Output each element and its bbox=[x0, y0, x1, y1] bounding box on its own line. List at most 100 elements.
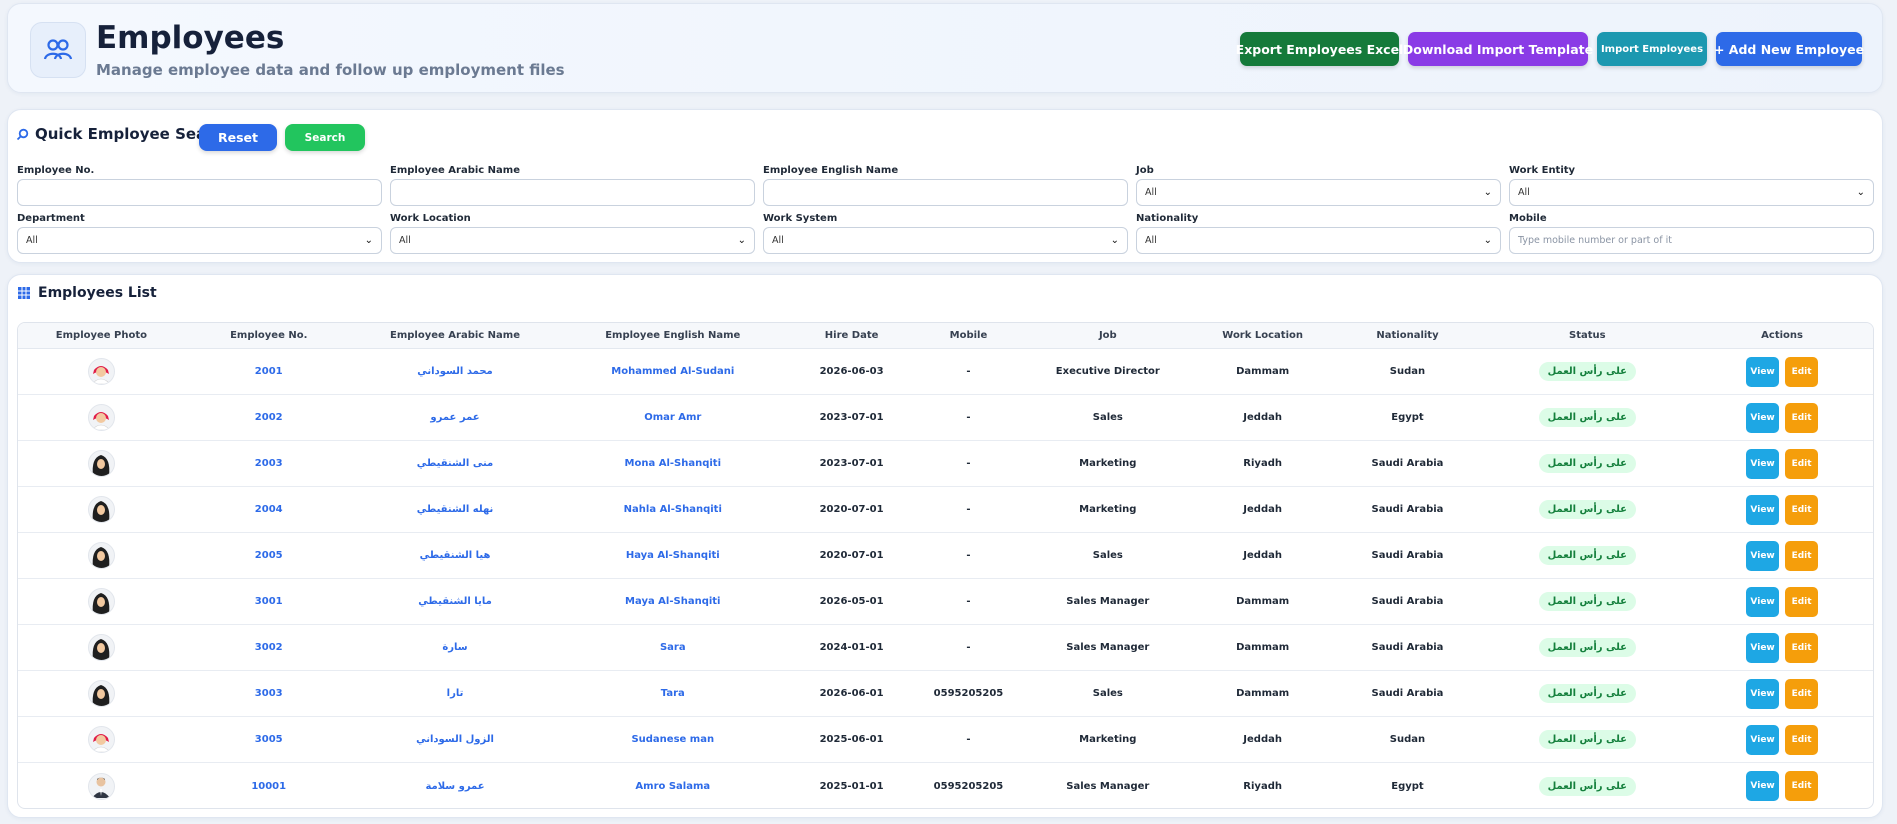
status-cell: على رأس العمل bbox=[1483, 487, 1691, 532]
english-name-cell[interactable]: Haya Al-Shanqiti bbox=[557, 533, 788, 578]
avatar bbox=[87, 404, 115, 431]
arabic-name-cell[interactable]: عمر عمرو bbox=[353, 395, 558, 440]
actions-cell: View Edit bbox=[1691, 579, 1873, 624]
department-select[interactable]: All ⌄ bbox=[17, 227, 382, 254]
nationality-select[interactable]: All ⌄ bbox=[1136, 227, 1501, 254]
reset-button[interactable]: Reset bbox=[199, 124, 277, 151]
view-button[interactable]: View bbox=[1746, 724, 1780, 755]
english-name-cell[interactable]: Nahla Al-Shanqiti bbox=[557, 487, 788, 532]
english-name-input[interactable] bbox=[763, 179, 1128, 206]
avatar bbox=[87, 680, 115, 707]
work-location-select[interactable]: All ⌄ bbox=[390, 227, 755, 254]
view-button[interactable]: View bbox=[1746, 586, 1780, 617]
mobile-label: Mobile bbox=[1509, 213, 1547, 224]
view-button[interactable]: View bbox=[1746, 540, 1780, 571]
chevron-down-icon: ⌄ bbox=[737, 235, 746, 246]
english-name-cell[interactable]: Sudanese man bbox=[557, 717, 788, 762]
nationality-cell: Egypt bbox=[1391, 412, 1424, 423]
view-button[interactable]: View bbox=[1746, 402, 1780, 433]
hire-date-cell: 2023-07-01 bbox=[819, 458, 884, 469]
employee-no-input[interactable] bbox=[17, 179, 382, 206]
view-button[interactable]: View bbox=[1746, 678, 1780, 709]
avatar bbox=[87, 542, 115, 569]
employee-no-cell[interactable]: 3005 bbox=[185, 717, 353, 762]
edit-button[interactable]: Edit bbox=[1785, 448, 1819, 479]
work-location-cell: Jeddah bbox=[1243, 550, 1282, 561]
status-badge: على رأس العمل bbox=[1538, 454, 1637, 473]
arabic-name-cell[interactable]: منى الشنقيطي bbox=[353, 441, 558, 486]
view-button[interactable]: View bbox=[1746, 494, 1780, 525]
view-button[interactable]: View bbox=[1746, 632, 1780, 663]
employee-no-cell[interactable]: 3002 bbox=[185, 625, 353, 670]
employee-no-cell[interactable]: 2004 bbox=[185, 487, 353, 532]
export-excel-button[interactable]: Export Employees Excel bbox=[1236, 32, 1403, 66]
table-row: 3001 مايا الشنقيطي Maya Al-Shanqiti 2026-05… bbox=[18, 579, 1873, 625]
work-entity-select[interactable]: All ⌄ bbox=[1509, 179, 1874, 206]
download-template-button[interactable]: Download Import Template bbox=[1403, 32, 1593, 66]
mobile-cell: - bbox=[966, 412, 971, 423]
edit-button[interactable]: Edit bbox=[1785, 540, 1819, 571]
english-name-cell[interactable]: Mona Al-Shanqiti bbox=[557, 441, 788, 486]
edit-button[interactable]: Edit bbox=[1785, 678, 1819, 709]
table-row: 2003 منى الشنقيطي Mona Al-Shanqiti 2023-07-… bbox=[18, 441, 1873, 487]
mobile-field: Mobile Type mobile number or part of it bbox=[1509, 213, 1874, 254]
job-select[interactable]: All ⌄ bbox=[1136, 179, 1501, 206]
employee-no-cell[interactable]: 2003 bbox=[185, 441, 353, 486]
work-location-cell: Riyadh bbox=[1243, 458, 1282, 469]
view-button[interactable]: View bbox=[1746, 356, 1780, 387]
edit-button[interactable]: Edit bbox=[1785, 494, 1819, 525]
edit-button[interactable]: Edit bbox=[1785, 771, 1819, 801]
column-header-job: Job bbox=[1098, 330, 1117, 341]
employee-no-cell[interactable]: 10001 bbox=[185, 763, 353, 808]
edit-button[interactable]: Edit bbox=[1785, 724, 1819, 755]
edit-button[interactable]: Edit bbox=[1785, 402, 1819, 433]
employee-no-cell[interactable]: 3001 bbox=[185, 579, 353, 624]
arabic-name-cell[interactable]: مايا الشنقيطي bbox=[353, 579, 558, 624]
status-badge: على رأس العمل bbox=[1538, 408, 1637, 427]
table-row: 2002 عمر عمرو Omar Amr 2023-07-01 - Sales Jedd… bbox=[18, 395, 1873, 441]
hire-date-cell: 2024-01-01 bbox=[819, 642, 884, 653]
chevron-down-icon: ⌄ bbox=[1110, 235, 1119, 246]
mobile-cell: - bbox=[966, 734, 971, 745]
photo-cell bbox=[18, 717, 185, 762]
edit-button[interactable]: Edit bbox=[1785, 632, 1819, 663]
import-employees-button[interactable]: Import Employees bbox=[1597, 32, 1707, 66]
table-body: 2001 محمد السوداني Mohammed Al-Sudani 2026-… bbox=[18, 349, 1873, 808]
arabic-name-cell[interactable]: نهله الشنقيطي bbox=[353, 487, 558, 532]
employees-list-panel: Employees List Employee Photo Employee No… bbox=[7, 274, 1883, 818]
work-system-select[interactable]: All ⌄ bbox=[763, 227, 1128, 254]
english-name-cell[interactable]: Amro Salama bbox=[557, 763, 788, 808]
grid-icon bbox=[18, 287, 30, 299]
employee-no-cell[interactable]: 2005 bbox=[185, 533, 353, 578]
status-badge: على رأس العمل bbox=[1538, 500, 1637, 519]
add-employee-button[interactable]: + Add New Employee bbox=[1714, 32, 1864, 66]
work-entity-label: Work Entity bbox=[1509, 165, 1576, 176]
view-button[interactable]: View bbox=[1746, 448, 1780, 479]
arabic-name-cell[interactable]: الزول السوداني bbox=[353, 717, 558, 762]
employee-no-cell[interactable]: 2001 bbox=[185, 349, 353, 394]
arabic-name-cell[interactable]: تارا bbox=[353, 671, 558, 716]
view-button[interactable]: View bbox=[1746, 771, 1780, 801]
english-name-cell[interactable]: Mohammed Al-Sudani bbox=[557, 349, 788, 394]
search-button[interactable]: Search bbox=[285, 124, 365, 151]
arabic-name-cell[interactable]: عمرو سلامة bbox=[353, 763, 558, 808]
mobile-input[interactable]: Type mobile number or part of it bbox=[1509, 227, 1874, 254]
arabic-name-input[interactable] bbox=[390, 179, 755, 206]
job-select-value: All bbox=[1145, 187, 1157, 198]
english-name-cell[interactable]: Maya Al-Shanqiti bbox=[557, 579, 788, 624]
employee-no-cell[interactable]: 2002 bbox=[185, 395, 353, 440]
english-name-cell[interactable]: Omar Amr bbox=[557, 395, 788, 440]
work-location-cell: Jeddah bbox=[1243, 504, 1282, 515]
arabic-name-cell[interactable]: سارة bbox=[353, 625, 558, 670]
avatar bbox=[87, 358, 115, 385]
arabic-name-cell[interactable]: محمد السوداني bbox=[353, 349, 558, 394]
department-label: Department bbox=[17, 213, 85, 224]
edit-button[interactable]: Edit bbox=[1785, 356, 1819, 387]
edit-button[interactable]: Edit bbox=[1785, 586, 1819, 617]
status-badge: على رأس العمل bbox=[1538, 730, 1637, 749]
english-name-cell[interactable]: Tara bbox=[557, 671, 788, 716]
hire-date-cell: 2025-06-01 bbox=[819, 734, 884, 745]
arabic-name-cell[interactable]: هيا الشنقيطي bbox=[353, 533, 558, 578]
english-name-cell[interactable]: Sara bbox=[557, 625, 788, 670]
employee-no-cell[interactable]: 3003 bbox=[185, 671, 353, 716]
